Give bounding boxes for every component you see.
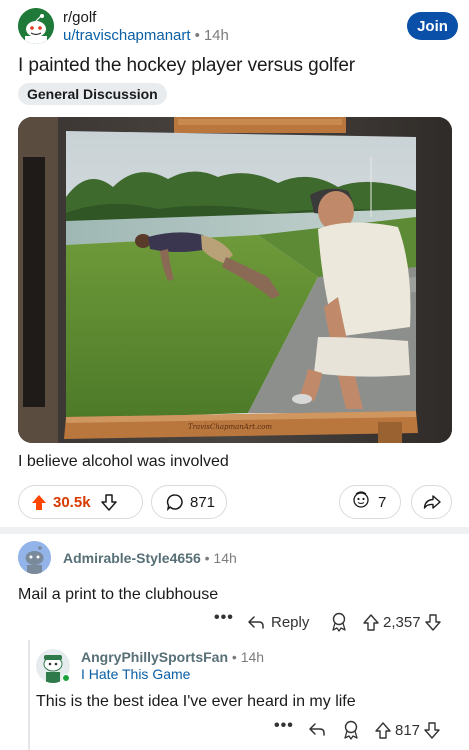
comment-meta: Admirable-Style4656 • 14h xyxy=(63,550,237,566)
post-header: r/golf u/travischapmanart • 14h Join xyxy=(18,8,458,48)
more-options-icon[interactable]: ••• xyxy=(214,609,234,627)
subreddit-name[interactable]: r/golf xyxy=(63,9,96,26)
downvote-icon[interactable] xyxy=(100,493,117,511)
reply-button[interactable]: Reply xyxy=(247,611,309,633)
vote-pill: 30.5k xyxy=(18,485,143,519)
comment-body: This is the best idea I've ever heard in… xyxy=(36,693,356,710)
join-button[interactable]: Join xyxy=(407,12,458,40)
award-icon[interactable] xyxy=(342,720,360,740)
section-divider xyxy=(0,527,469,534)
downvote-icon[interactable] xyxy=(424,721,440,739)
comment-time: 14h xyxy=(213,550,237,566)
share-icon xyxy=(423,495,441,509)
snoo-avatar-icon xyxy=(18,541,51,574)
comment-icon xyxy=(166,494,183,511)
post-image[interactable]: TravisChapmanArt.com xyxy=(18,117,452,443)
post-flair[interactable]: General Discussion xyxy=(18,83,167,105)
post-title[interactable]: I painted the hockey player versus golfe… xyxy=(18,55,355,77)
avatar[interactable] xyxy=(18,541,51,574)
upvote-icon[interactable] xyxy=(363,613,379,631)
downvote-icon[interactable] xyxy=(424,613,441,631)
comment-count: 871 xyxy=(190,493,216,511)
comment-vote-count: 2,357 xyxy=(383,613,421,631)
comment-actions: ••• Reply 2,357 xyxy=(18,609,458,633)
more-options-icon[interactable]: ••• xyxy=(274,717,294,735)
reply-icon[interactable] xyxy=(308,721,326,737)
upvote-icon[interactable] xyxy=(31,494,47,511)
post-author[interactable]: u/travischapmanart xyxy=(63,27,191,44)
separator-dot: • xyxy=(200,550,214,566)
snoo-icon xyxy=(18,8,54,44)
subreddit-avatar[interactable] xyxy=(18,8,54,44)
comment-actions: ••• 817 xyxy=(36,717,456,741)
upvote-icon[interactable] xyxy=(375,721,391,739)
comment-vote: 817 xyxy=(375,719,440,741)
reply-icon xyxy=(248,616,264,629)
online-indicator xyxy=(62,674,70,682)
comment-username[interactable]: Admirable-Style4656 xyxy=(63,550,201,566)
comment-username[interactable]: AngryPhillySportsFan xyxy=(81,649,228,665)
comment-body: Mail a print to the clubhouse xyxy=(18,586,219,603)
user-flair: I Hate This Game xyxy=(81,666,191,682)
thread-line[interactable] xyxy=(28,640,30,750)
award-count: 7 xyxy=(378,493,387,511)
award-icon xyxy=(350,490,372,515)
painting-image: TravisChapmanArt.com xyxy=(18,117,452,443)
post-action-bar: 30.5k 871 7 xyxy=(18,485,452,519)
separator-dot: • xyxy=(228,649,241,665)
comment-vote-count: 817 xyxy=(395,721,421,739)
share-button[interactable] xyxy=(411,485,452,519)
post-byline: u/travischapmanart • 14h xyxy=(63,27,229,44)
award-icon[interactable] xyxy=(330,612,348,632)
reply-label: Reply xyxy=(271,613,310,631)
comments-button[interactable]: 871 xyxy=(151,485,227,519)
comment-meta: AngryPhillySportsFan • 14h xyxy=(81,649,264,665)
comment-time: 14h xyxy=(240,649,265,665)
award-button[interactable]: 7 xyxy=(339,485,401,519)
separator-dot: • xyxy=(194,27,200,44)
comment-vote: 2,357 xyxy=(363,611,441,633)
painting-signature: TravisChapmanArt.com xyxy=(188,423,272,431)
post-body: I believe alcohol was involved xyxy=(18,453,229,470)
vote-count: 30.5k xyxy=(53,493,91,511)
post-time: 14h xyxy=(203,27,229,44)
